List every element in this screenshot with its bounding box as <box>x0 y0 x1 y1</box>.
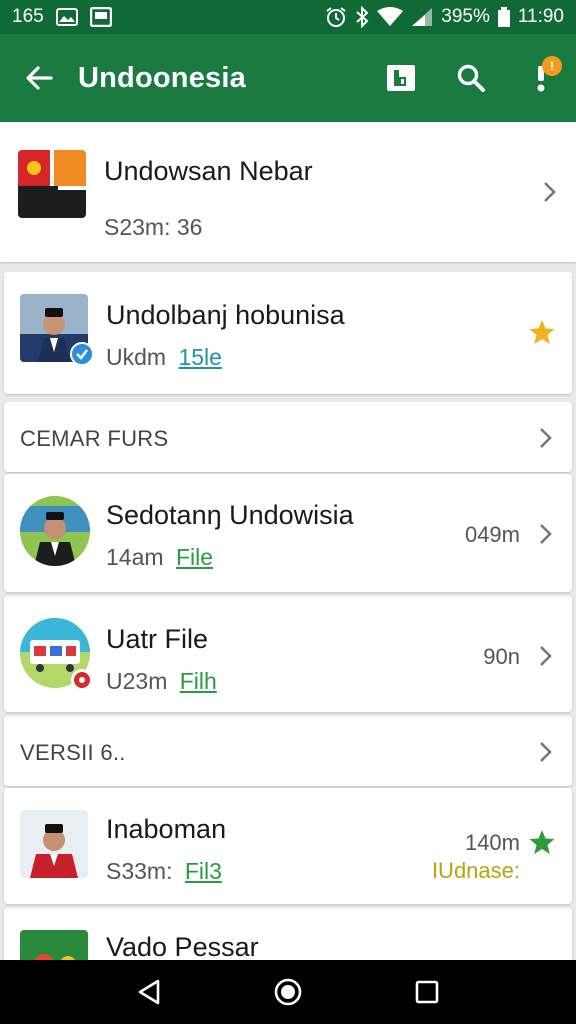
item-subtitle: 14am File <box>106 544 213 571</box>
item-file-link[interactable]: File <box>176 544 213 570</box>
item-file-link[interactable]: 15le <box>178 344 221 370</box>
search-icon <box>457 64 485 92</box>
item-thumbnail <box>20 496 90 566</box>
book-icon <box>387 65 415 91</box>
status-clock: 11:90 <box>517 6 564 27</box>
item-subtitle: U23m Filh <box>106 668 217 695</box>
notification-badge: ! <box>542 56 562 76</box>
item-meta: 049m <box>464 522 520 547</box>
item-thumbnail <box>20 930 88 960</box>
search-button[interactable] <box>436 34 506 122</box>
signal-icon <box>411 7 433 27</box>
star-icon[interactable] <box>528 828 556 856</box>
item-title: Inaboman <box>106 814 227 844</box>
item-subtitle: S23m: 36 <box>104 214 203 240</box>
item-subtitle-prefix: Ukdm <box>106 344 167 370</box>
record-badge-icon <box>71 669 93 691</box>
battery-icon <box>497 7 510 27</box>
chevron-right-icon <box>540 428 552 448</box>
item-file-link[interactable]: Fil3 <box>185 858 222 884</box>
chevron-right-icon <box>540 524 552 544</box>
list-item[interactable]: Undowsan Nebar S23m: 36 <box>0 122 576 262</box>
battery-percent: 395% <box>441 6 490 27</box>
more-options-button[interactable]: ! <box>506 34 576 122</box>
status-time-left: 165 <box>12 6 44 27</box>
item-subtitle-prefix: S33m: <box>106 858 173 884</box>
item-title: Uatr File <box>106 624 209 654</box>
item-thumbnail <box>20 810 88 878</box>
item-title: Undowsan Nebar <box>104 156 313 186</box>
back-arrow-icon <box>26 66 53 90</box>
item-title: Vado Pessar <box>106 932 259 960</box>
item-meta-secondary: IUdnase: <box>431 858 520 883</box>
section-title: CEMAR FURS <box>20 426 169 451</box>
chevron-right-icon <box>544 182 556 202</box>
app-notification-icon <box>89 7 112 27</box>
item-meta: 90n <box>483 644 520 669</box>
list-item[interactable]: Sedotanŋ Undowisia 14am File 049m <box>4 474 572 592</box>
star-icon[interactable] <box>528 318 556 346</box>
bluetooth-icon <box>355 6 369 28</box>
section-header[interactable]: VERSII 6.. <box>4 716 572 786</box>
item-subtitle: S33m: Fil3 <box>106 858 222 885</box>
item-subtitle: Ukdm 15le <box>106 344 222 371</box>
chevron-right-icon <box>540 742 552 762</box>
nav-back-button[interactable] <box>119 962 179 1022</box>
status-bar: 165 395% 11:90 <box>0 0 576 34</box>
app-bar: Undoonesia ! <box>0 34 576 122</box>
square-recents-icon <box>415 980 438 1004</box>
back-button[interactable] <box>0 34 78 122</box>
alarm-icon <box>325 6 347 28</box>
item-thumbnail <box>18 150 86 218</box>
list-item[interactable]: Uatr File U23m Filh 90n <box>4 596 572 712</box>
item-title: Sedotanŋ Undowisia <box>106 500 354 530</box>
item-subtitle-prefix: 14am <box>106 544 164 570</box>
nav-home-button[interactable] <box>258 962 318 1022</box>
triangle-back-icon <box>139 979 160 1005</box>
item-file-link[interactable]: Filh <box>180 668 217 694</box>
circle-home-icon <box>274 978 302 1006</box>
share-button[interactable] <box>366 34 436 122</box>
list-item[interactable]: Inaboman S33m: Fil3 140m IUdnase: <box>4 788 572 904</box>
system-nav-bar <box>0 960 576 1024</box>
nav-recents-button[interactable] <box>397 962 457 1022</box>
content-list: Undowsan Nebar S23m: 36 Undolbanj hobuni… <box>0 122 576 960</box>
section-title: VERSII 6.. <box>20 740 126 765</box>
page-title: Undoonesia <box>78 61 246 94</box>
list-item[interactable]: Undolbanj hobunisa Ukdm 15le <box>4 272 572 394</box>
verified-badge-icon <box>70 342 94 366</box>
item-subtitle-prefix: U23m <box>106 668 168 694</box>
wifi-icon <box>377 7 404 27</box>
image-notification-icon <box>55 8 78 26</box>
chevron-right-icon <box>540 646 552 666</box>
list-item[interactable]: Vado Pessar <box>4 908 572 960</box>
item-title: Undolbanj hobunisa <box>106 300 345 330</box>
section-header[interactable]: CEMAR FURS <box>4 402 572 472</box>
item-meta: 140m <box>464 830 520 855</box>
